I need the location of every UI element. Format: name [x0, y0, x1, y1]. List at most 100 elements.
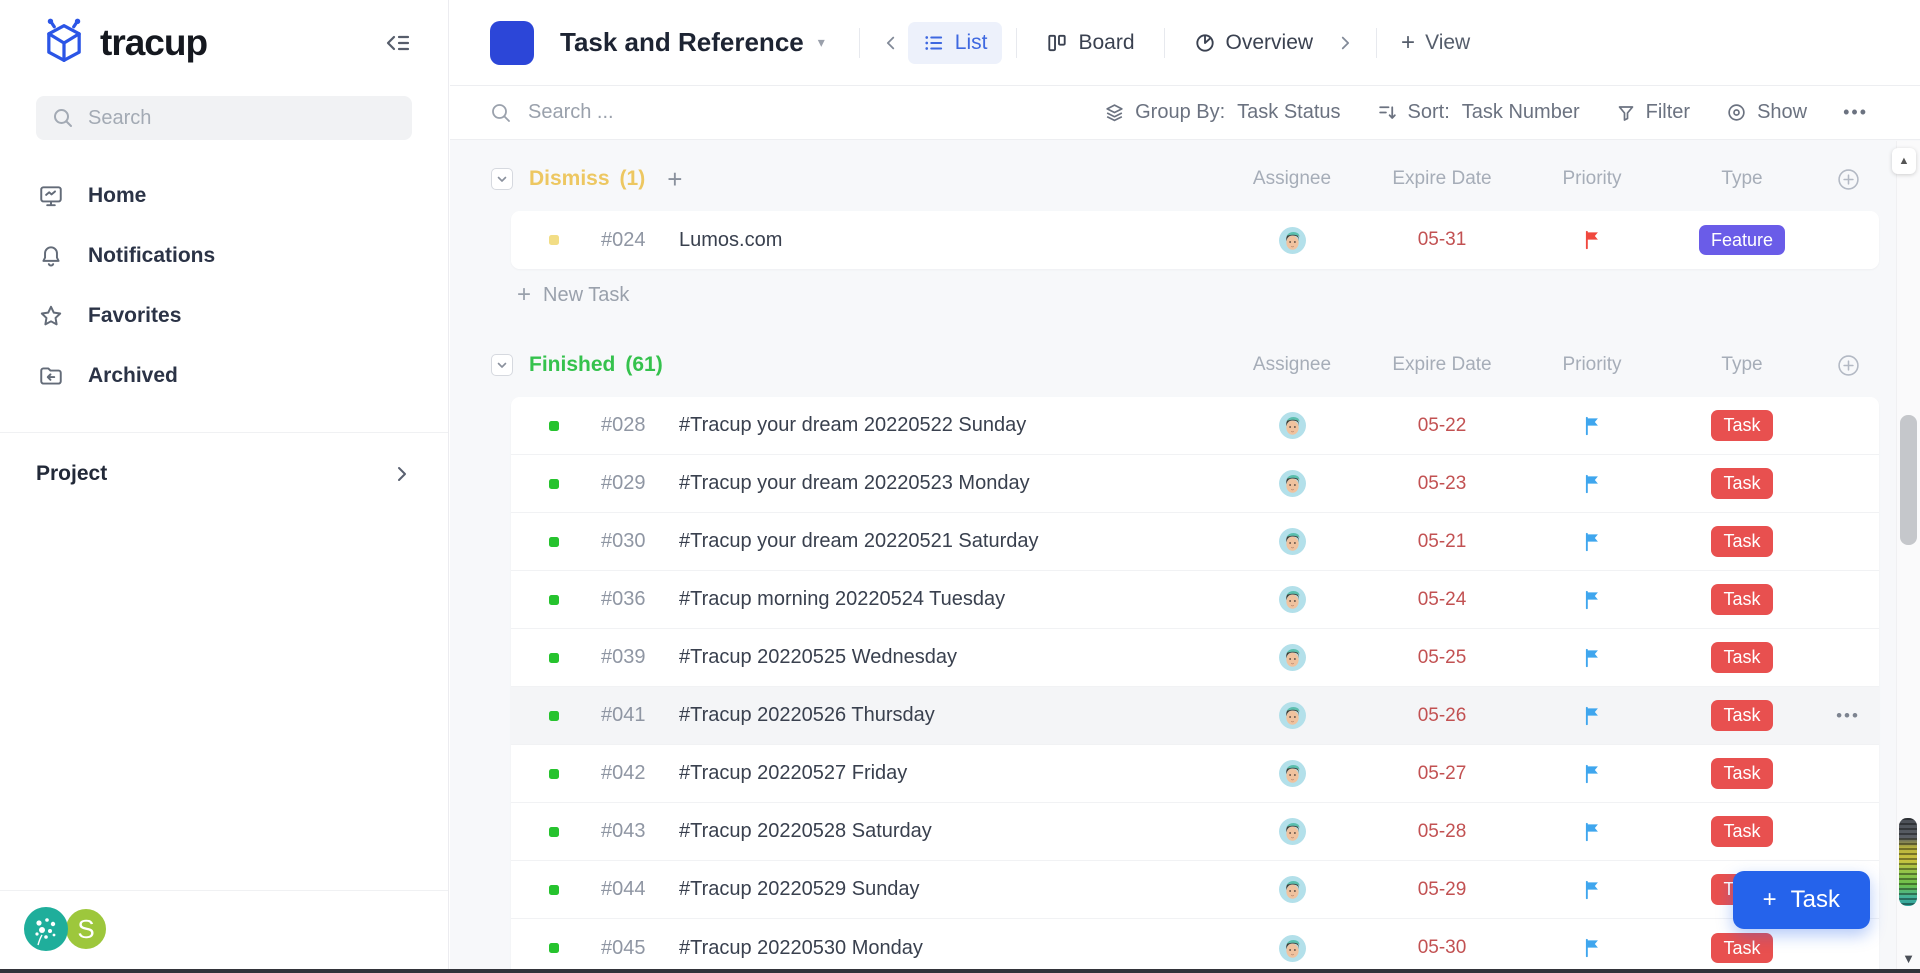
assignee-avatar[interactable]: [1217, 876, 1367, 903]
assignee-avatar[interactable]: [1217, 412, 1367, 439]
tab-board[interactable]: Board: [1031, 22, 1149, 64]
sort-control[interactable]: Sort: Task Number: [1377, 101, 1580, 124]
tab-overview[interactable]: Overview: [1179, 22, 1329, 64]
assignee-avatar[interactable]: [1217, 528, 1367, 555]
star-icon: [36, 303, 66, 329]
scrollbar-marker-thumb[interactable]: [1899, 818, 1917, 906]
priority-flag-icon[interactable]: [1517, 938, 1667, 958]
sidebar-item-home[interactable]: Home: [0, 166, 448, 226]
assignee-avatar[interactable]: [1217, 760, 1367, 787]
task-row[interactable]: #039 #Tracup 20220525 Wednesday 05-25 Ta…: [511, 629, 1879, 687]
add-column-button[interactable]: [1837, 354, 1860, 377]
task-row[interactable]: #043 #Tracup 20220528 Saturday 05-28 Tas…: [511, 803, 1879, 861]
column-header[interactable]: Type: [1667, 168, 1817, 190]
column-header[interactable]: Assignee: [1217, 354, 1367, 376]
column-header[interactable]: Type: [1667, 354, 1817, 376]
sidebar-search-input[interactable]: [86, 106, 396, 131]
project-label: Project: [36, 462, 107, 486]
tabs-scroll-right-button[interactable]: [1328, 34, 1362, 52]
priority-flag-icon[interactable]: [1517, 230, 1667, 250]
task-title: #Tracup 20220526 Thursday: [679, 704, 1217, 727]
priority-flag-icon[interactable]: [1517, 416, 1667, 436]
type-badge: Task: [1711, 584, 1772, 615]
type-badge: Task: [1711, 526, 1772, 557]
group-name[interactable]: Finished: [529, 353, 615, 377]
assignee-avatar[interactable]: [1217, 586, 1367, 613]
task-row[interactable]: #044 #Tracup 20220529 Sunday 05-29 Task …: [511, 861, 1879, 919]
assignee-avatar[interactable]: [1217, 644, 1367, 671]
group-by-control[interactable]: Group By: Task Status: [1104, 101, 1340, 124]
add-view-button[interactable]: + View: [1391, 31, 1480, 55]
assignee-avatar[interactable]: [1217, 227, 1367, 254]
group-name[interactable]: Dismiss: [529, 167, 610, 191]
sidebar-item-favorites[interactable]: Favorites: [0, 286, 448, 346]
task-row[interactable]: #042 #Tracup 20220527 Friday 05-27 Task …: [511, 745, 1879, 803]
group-collapse-toggle[interactable]: [491, 168, 513, 190]
list-icon: [923, 32, 945, 54]
main-area: Task and Reference ▾ List Board: [450, 0, 1920, 973]
task-row[interactable]: #024 Lumos.com 05-31 Feature •••: [511, 211, 1879, 269]
scroll-down-button[interactable]: ▼: [1902, 952, 1915, 965]
task-id: #045: [601, 937, 661, 960]
sidebar-search[interactable]: [36, 96, 412, 140]
priority-flag-icon[interactable]: [1517, 474, 1667, 494]
task-title: #Tracup morning 20220524 Tuesday: [679, 588, 1217, 611]
column-header[interactable]: Assignee: [1217, 168, 1367, 190]
priority-flag-icon[interactable]: [1517, 822, 1667, 842]
priority-flag-icon[interactable]: [1517, 706, 1667, 726]
scrollbar-thumb[interactable]: [1900, 415, 1917, 545]
task-row[interactable]: #045 #Tracup 20220530 Monday 05-30 Task …: [511, 919, 1879, 969]
expire-date: 05-21: [1367, 531, 1517, 553]
sidebar-item-notifications[interactable]: Notifications: [0, 226, 448, 286]
priority-flag-icon[interactable]: [1517, 532, 1667, 552]
status-dot: [549, 711, 559, 721]
search-icon: [52, 107, 74, 129]
filter-control[interactable]: Filter: [1616, 101, 1690, 124]
priority-flag-icon[interactable]: [1517, 880, 1667, 900]
show-control[interactable]: Show: [1726, 101, 1807, 124]
collapse-sidebar-icon[interactable]: [384, 31, 412, 55]
sidebar-item-archived[interactable]: Archived: [0, 346, 448, 406]
board-icon: [1046, 32, 1068, 54]
column-header[interactable]: Expire Date: [1367, 168, 1517, 190]
toolbar-more-button[interactable]: •••: [1843, 102, 1868, 123]
task-row[interactable]: #036 #Tracup morning 20220524 Tuesday 05…: [511, 571, 1879, 629]
organization-avatar[interactable]: [24, 907, 68, 951]
priority-flag-icon[interactable]: [1517, 648, 1667, 668]
task-row[interactable]: #029 #Tracup your dream 20220523 Monday …: [511, 455, 1879, 513]
sidebar-divider: [0, 432, 448, 433]
group-collapse-toggle[interactable]: [491, 354, 513, 376]
assignee-avatar[interactable]: [1217, 935, 1367, 962]
task-row[interactable]: #041 #Tracup 20220526 Thursday 05-26 Tas…: [511, 687, 1879, 745]
priority-flag-icon[interactable]: [1517, 590, 1667, 610]
group-add-task-button[interactable]: +: [667, 166, 682, 192]
add-task-floating-button[interactable]: + Task: [1733, 871, 1870, 929]
assignee-avatar[interactable]: [1217, 818, 1367, 845]
column-header[interactable]: Priority: [1517, 168, 1667, 190]
column-header[interactable]: Expire Date: [1367, 354, 1517, 376]
logo-row: tracup: [0, 0, 448, 86]
task-row[interactable]: #028 #Tracup your dream 20220522 Sunday …: [511, 397, 1879, 455]
task-search[interactable]: [490, 100, 826, 125]
user-avatar[interactable]: S: [64, 907, 108, 951]
scroll-up-button[interactable]: ▲: [1892, 148, 1916, 174]
new-task-button[interactable]: + New Task: [517, 275, 1879, 315]
divider: [859, 28, 860, 58]
tabs-scroll-left-button[interactable]: [874, 34, 908, 52]
assignee-avatar[interactable]: [1217, 702, 1367, 729]
sidebar-item-project[interactable]: Project: [0, 443, 448, 505]
project-color-icon[interactable]: [490, 21, 534, 65]
new-task-label: New Task: [543, 284, 629, 307]
chevron-down-icon[interactable]: ▾: [818, 34, 825, 51]
chevron-right-icon: [392, 464, 412, 484]
tab-list[interactable]: List: [908, 22, 1003, 64]
task-search-input[interactable]: [526, 100, 826, 125]
assignee-avatar[interactable]: [1217, 470, 1367, 497]
column-header[interactable]: Priority: [1517, 354, 1667, 376]
row-more-button[interactable]: •••: [1817, 706, 1879, 726]
home-icon: [36, 183, 66, 209]
expire-date: 05-31: [1367, 229, 1517, 251]
add-column-button[interactable]: [1837, 168, 1860, 191]
task-row[interactable]: #030 #Tracup your dream 20220521 Saturda…: [511, 513, 1879, 571]
priority-flag-icon[interactable]: [1517, 764, 1667, 784]
